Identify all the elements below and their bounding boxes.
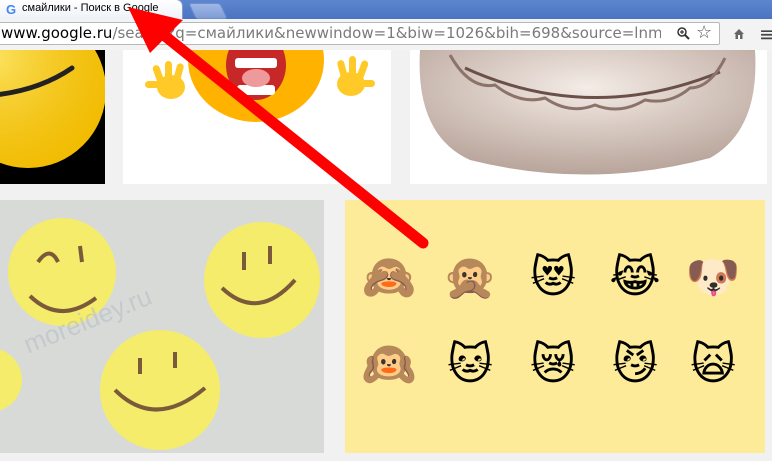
address-path: /search?q=смайлики&newwindow=1&biw=1026&…: [112, 24, 661, 42]
browser-tab[interactable]: G смайлики - Поиск в Google: [0, 0, 182, 19]
emoji-speak-no-evil-monkey: 🙊: [442, 252, 498, 303]
emoji-weary-cat: 🙀: [690, 339, 736, 390]
emoji-crying-cat: 😿: [530, 339, 576, 390]
browser-toolbar: www.google.ru/search?q=смайлики&newwindo…: [0, 19, 772, 51]
image-result-emoji-grid[interactable]: 🙈 🙊 😻 😹 🐶 🙉 🐱 😿 😼 🙀: [345, 200, 765, 453]
address-url: www.google.ru/search?q=смайлики&newwindo…: [1, 24, 661, 42]
image-results: moreidey.ru 🙈 🙊 😻 😹 🐶 🙉 🐱 😿 😼 🙀: [0, 50, 772, 461]
emoji-smirk-cat: 😼: [612, 339, 658, 390]
address-host: www.google.ru: [1, 24, 113, 42]
image-result-smiley-black[interactable]: [0, 50, 105, 184]
menu-icon[interactable]: ≡: [759, 24, 772, 44]
new-tab-button[interactable]: [188, 3, 228, 19]
image-result-paper-smileys[interactable]: moreidey.ru: [0, 200, 324, 453]
emoji-tears-of-joy-cat: 😹: [609, 252, 661, 303]
emoji-heart-eyes-cat: 😻: [530, 252, 576, 303]
google-favicon-icon: G: [6, 2, 17, 17]
emoji-hear-no-evil-monkey: 🙉: [361, 339, 417, 390]
image-result-cartoon-mouth[interactable]: [410, 50, 767, 184]
home-icon[interactable]: [733, 28, 745, 40]
bookmark-star-icon[interactable]: ☆: [696, 23, 712, 43]
zoom-icon[interactable]: [677, 27, 690, 40]
address-bar[interactable]: www.google.ru/search?q=смайлики&newwindo…: [0, 22, 720, 45]
emoji-see-no-evil-monkey: 🙈: [361, 252, 417, 303]
image-result-screaming-smiley[interactable]: [123, 50, 391, 184]
emoji-cat-face: 🐱: [447, 339, 493, 390]
tab-title: смайлики - Поиск в Google: [22, 2, 159, 14]
tab-strip: G смайлики - Поиск в Google: [0, 0, 772, 19]
emoji-dog-face: 🐶: [685, 252, 741, 303]
